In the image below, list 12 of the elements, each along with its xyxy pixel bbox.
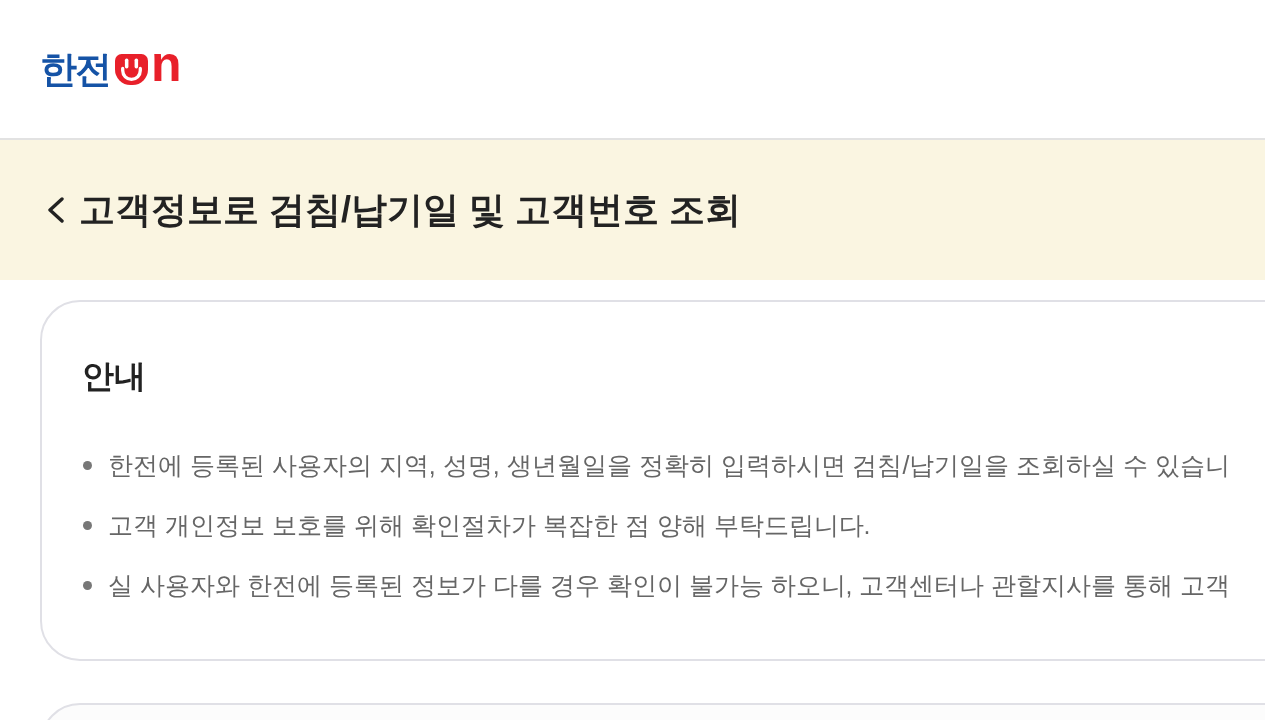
notice-text: 한전에 등록된 사용자의 지역, 성명, 생년월일을 정확히 입력하시면 검침/납기일을 조회하실 수 있습니 — [108, 449, 1231, 481]
bullet-icon — [83, 520, 92, 530]
home-logo-link[interactable]: 한전 n — [40, 49, 182, 89]
chevron-left-icon — [48, 197, 64, 223]
bullet-icon — [83, 460, 92, 470]
back-button[interactable] — [48, 197, 64, 223]
bullet-icon — [83, 580, 92, 590]
notice-text: 고객 개인정보 보호를 위해 확인절차가 복잡한 점 양해 부탁드립니다. — [108, 509, 871, 541]
notice-heading: 안내 — [82, 357, 146, 396]
notice-text: 실 사용자와 한전에 등록된 정보가 다를 경우 확인이 불가능 하오니, 고객센터나 관할지사를 통해 고객 — [108, 569, 1231, 601]
page-title: 고객정보로 검침/납기일 및 고객번호 조회 — [79, 187, 741, 232]
plug-icon — [115, 53, 148, 85]
